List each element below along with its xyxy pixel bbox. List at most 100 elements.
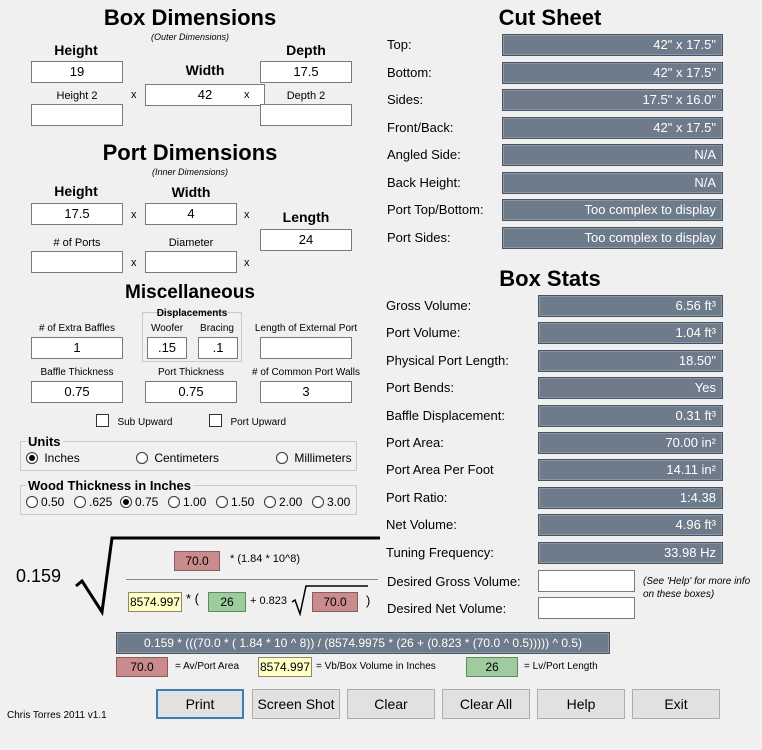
screen-shot-button[interactable]: Screen Shot xyxy=(252,689,340,719)
bracing-label: Bracing xyxy=(200,323,234,334)
box-stat-value: 4.96 ft³ xyxy=(538,514,723,537)
box-stat-label: Net Volume: xyxy=(386,517,457,533)
diameter-input[interactable] xyxy=(145,251,237,273)
extra-baffles-input[interactable]: 1 xyxy=(31,337,123,359)
units-option-millimeters[interactable]: Millimeters xyxy=(276,451,352,465)
help-button[interactable]: Help xyxy=(537,689,625,719)
formula-close-paren: ) xyxy=(366,593,371,608)
checkbox-icon[interactable] xyxy=(96,414,109,427)
fraction-line xyxy=(126,579,378,580)
box-dimensions-subtitle: (Outer Dimensions) xyxy=(150,32,230,42)
port-width-input[interactable]: 4 xyxy=(145,203,237,225)
desired-gross-label: Desired Gross Volume: xyxy=(387,574,521,589)
radio-icon[interactable] xyxy=(264,496,276,508)
box-stats-title: Box Stats xyxy=(499,266,601,291)
box-stat-value: 14.11 in² xyxy=(538,459,723,482)
formula-av2-value: 70.0 xyxy=(312,592,358,612)
port-dimensions-title: Port Dimensions xyxy=(102,140,278,165)
formula-vb-value: 8574.997 xyxy=(128,592,182,612)
formula-coefficient: 0.159 xyxy=(16,566,62,586)
desired-net-input[interactable] xyxy=(538,597,635,619)
cut-sheet-label: Back Height: xyxy=(387,174,461,190)
box-stat-label: Port Bends: xyxy=(386,380,454,396)
box-stat-label: Port Area Per Foot xyxy=(386,462,494,478)
cut-sheet-label: Port Sides: xyxy=(387,229,451,245)
clear-button[interactable]: Clear xyxy=(347,689,435,719)
desired-gross-input[interactable] xyxy=(538,570,635,592)
box-stat-value: 0.31 ft³ xyxy=(538,404,723,427)
wood-option-0.75[interactable]: 0.75 xyxy=(120,495,158,509)
box-height-input[interactable]: 19 xyxy=(31,61,123,83)
radio-icon[interactable] xyxy=(312,496,324,508)
cut-sheet-value: 42" x 17.5" xyxy=(502,34,723,56)
exit-button[interactable]: Exit xyxy=(632,689,720,719)
multiply-sign: x xyxy=(131,257,137,269)
external-port-label: Length of External Port xyxy=(254,323,358,334)
port-width-label: Width xyxy=(171,184,211,200)
box-depth2-input[interactable] xyxy=(260,104,352,126)
checkbox-icon[interactable] xyxy=(209,414,222,427)
cut-sheet-title: Cut Sheet xyxy=(498,5,602,30)
radio-icon[interactable] xyxy=(276,452,288,464)
units-option-inches[interactable]: Inches xyxy=(26,451,80,465)
port-height-input[interactable]: 17.5 xyxy=(31,203,123,225)
radio-icon[interactable] xyxy=(168,496,180,508)
port-length-input[interactable]: 24 xyxy=(260,229,352,251)
formula-plus-coefficient: + 0.823 xyxy=(250,595,288,607)
box-stat-value: 33.98 Hz xyxy=(538,541,723,564)
box-height-label: Height xyxy=(54,42,98,58)
box-width-label: Width xyxy=(185,62,225,78)
box-stat-value: 18.50" xyxy=(538,349,723,372)
legend-av-label: = Av/Port Area xyxy=(175,661,240,672)
radio-icon[interactable] xyxy=(216,496,228,508)
box-stat-value: Yes xyxy=(538,377,723,400)
wood-option-.625[interactable]: .625 xyxy=(74,495,112,509)
help-note: (See 'Help' for more info on these boxes… xyxy=(643,576,751,600)
cut-sheet-value: N/A xyxy=(502,171,723,194)
port-length-label: Length xyxy=(282,209,330,225)
cut-sheet-label: Bottom: xyxy=(387,64,432,80)
sub-upward-label: Sub Upward xyxy=(117,417,173,428)
cut-sheet-value: N/A xyxy=(502,144,723,166)
num-ports-input[interactable] xyxy=(31,251,123,273)
sub-upward-checkbox[interactable]: Sub Upward xyxy=(96,412,172,430)
extra-baffles-label: # of Extra Baffles xyxy=(39,323,115,334)
common-walls-input[interactable]: 3 xyxy=(260,381,352,403)
radio-icon[interactable] xyxy=(136,452,148,464)
wood-option-0.50[interactable]: 0.50 xyxy=(26,495,64,509)
diameter-label: Diameter xyxy=(168,237,214,249)
wood-option-3.00[interactable]: 3.00 xyxy=(312,495,350,509)
cut-sheet-value: Too complex to display xyxy=(502,199,723,221)
radio-icon[interactable] xyxy=(26,496,38,508)
wood-option-1.50[interactable]: 1.50 xyxy=(216,495,254,509)
multiply-sign: x xyxy=(244,257,250,269)
box-height2-input[interactable] xyxy=(31,104,123,126)
box-stat-value: 70.00 in² xyxy=(538,432,723,454)
box-stat-value: 1.04 ft³ xyxy=(538,322,723,345)
radio-selected-icon[interactable] xyxy=(120,496,132,508)
legend-vb-label: = Vb/Box Volume in Inches xyxy=(316,661,436,672)
port-thickness-input[interactable]: 0.75 xyxy=(145,381,237,403)
box-depth-input[interactable]: 17.5 xyxy=(260,61,352,83)
port-upward-checkbox[interactable]: Port Upward xyxy=(209,412,286,430)
print-button[interactable]: Print xyxy=(156,689,244,719)
displacements-label: Displacements xyxy=(156,308,228,319)
wood-option-1.00[interactable]: 1.00 xyxy=(168,495,206,509)
clear-all-button[interactable]: Clear All xyxy=(442,689,530,719)
miscellaneous-title: Miscellaneous xyxy=(125,282,255,303)
cut-sheet-label: Top: xyxy=(387,37,412,52)
cut-sheet-value: 42" x 17.5" xyxy=(502,116,723,139)
cut-sheet-label: Port Top/Bottom: xyxy=(387,202,484,217)
wood-option-2.00[interactable]: 2.00 xyxy=(264,495,302,509)
baffle-thickness-label: Baffle Thickness xyxy=(40,367,114,378)
box-stat-label: Port Ratio: xyxy=(386,489,448,505)
baffle-thickness-input[interactable]: 0.75 xyxy=(31,381,123,403)
radio-icon[interactable] xyxy=(74,496,86,508)
bracing-input[interactable]: .1 xyxy=(198,337,238,359)
external-port-input[interactable] xyxy=(260,337,352,359)
radio-selected-icon[interactable] xyxy=(26,452,38,464)
woofer-input[interactable]: .15 xyxy=(147,337,187,359)
cut-sheet-label: Front/Back: xyxy=(387,119,454,135)
units-option-centimeters[interactable]: Centimeters xyxy=(136,451,219,465)
box-height2-label: Height 2 xyxy=(56,90,98,102)
